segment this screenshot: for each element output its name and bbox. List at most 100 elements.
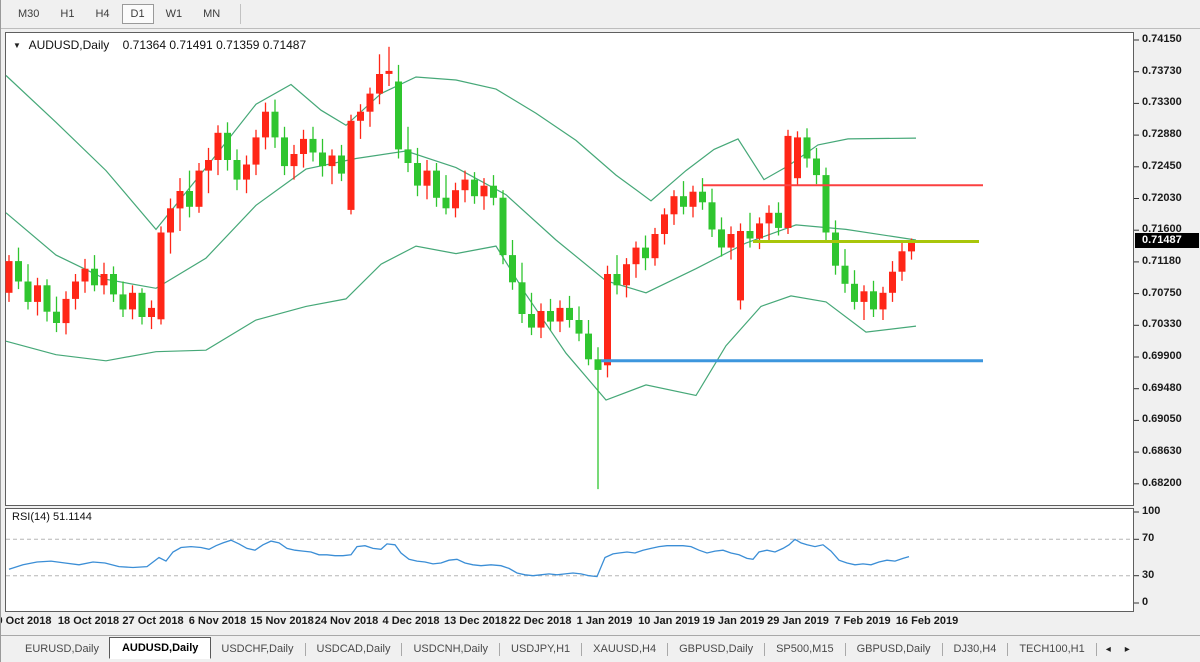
candle-body <box>452 190 459 208</box>
symbol-tab-eurusd-daily[interactable]: EURUSD,Daily <box>15 639 109 659</box>
symbol-tab-usdcad-daily[interactable]: USDCAD,Daily <box>307 639 401 659</box>
symbol-tab-gbpusd-daily[interactable]: GBPUSD,Daily <box>669 639 763 659</box>
timeframe-button-w1[interactable]: W1 <box>157 4 192 24</box>
date-axis-label: 24 Nov 2018 <box>315 615 379 627</box>
timeframe-button-h1[interactable]: H1 <box>51 4 83 24</box>
current-price-marker: 0.71487 <box>1135 233 1199 248</box>
candle-body <box>633 248 640 265</box>
timeframe-button-h4[interactable]: H4 <box>86 4 118 24</box>
candle-body <box>15 261 22 281</box>
candle-body <box>595 359 602 370</box>
tab-separator <box>305 643 306 656</box>
terminal-window: M30H1H4D1W1MN ▼ AUDUSD,Daily 0.71364 0.7… <box>0 0 1200 662</box>
candle-body <box>262 112 269 138</box>
candle-body <box>490 186 497 198</box>
candle-body <box>699 192 706 203</box>
price-axis-label: 0.70330 <box>1142 318 1182 330</box>
tab-separator <box>401 643 402 656</box>
price-axis-label: 0.73730 <box>1142 65 1182 77</box>
timeframe-button-mn[interactable]: MN <box>194 4 229 24</box>
candle-body <box>120 294 127 309</box>
candle-body <box>756 223 763 238</box>
candle-body <box>889 272 896 293</box>
candle-body <box>72 282 79 299</box>
candle-body <box>34 285 41 302</box>
tab-separator <box>499 643 500 656</box>
candle-body <box>63 299 70 323</box>
candle-body <box>310 139 317 153</box>
symbol-tab-usdcnh-daily[interactable]: USDCNH,Daily <box>403 639 498 659</box>
candle-body <box>528 314 535 328</box>
symbol-tab-dj30-h4[interactable]: DJ30,H4 <box>944 639 1007 659</box>
candle-body <box>870 291 877 309</box>
candle-body <box>652 234 659 258</box>
candle-body <box>813 159 820 176</box>
symbol-tab-sp500-m15[interactable]: SP500,M15 <box>766 639 843 659</box>
candle-body <box>538 311 545 328</box>
candle-body <box>357 112 364 121</box>
price-axis-label: 0.74150 <box>1142 33 1182 45</box>
tab-separator <box>845 643 846 656</box>
date-axis-label: 15 Nov 2018 <box>250 615 314 627</box>
candle-body <box>785 136 792 228</box>
candle-body <box>53 312 60 323</box>
candle-body <box>367 94 374 112</box>
tab-separator <box>667 643 668 656</box>
candle-body <box>661 214 668 234</box>
tab-separator <box>1096 643 1097 656</box>
timeframe-toolbar: M30H1H4D1W1MN <box>1 0 1200 29</box>
price-axis-label: 0.72880 <box>1142 128 1182 140</box>
symbol-tab-usdchf-daily[interactable]: USDCHF,Daily <box>211 639 303 659</box>
candle-body <box>101 274 108 285</box>
chart-tab-bar: EURUSD,DailyAUDUSD,DailyUSDCHF,DailyUSDC… <box>1 635 1200 662</box>
candle-body <box>766 213 773 224</box>
chart-symbol-title: ▼ AUDUSD,Daily 0.71364 0.71491 0.71359 0… <box>13 38 306 52</box>
tab-scroll-left-button[interactable]: ◂ <box>1100 642 1117 657</box>
candle-body <box>25 282 32 302</box>
symbol-tab-audusd-daily[interactable]: AUDUSD,Daily <box>109 637 211 659</box>
symbol-tab-tech100-h1[interactable]: TECH100,H1 <box>1009 639 1094 659</box>
candle-body <box>899 251 906 271</box>
symbol-tab-usdjpy-h1[interactable]: USDJPY,H1 <box>501 639 580 659</box>
candle-body <box>338 156 345 174</box>
candle-body <box>272 112 279 138</box>
date-axis-label: 27 Oct 2018 <box>122 615 183 627</box>
price-axis-label: 0.69480 <box>1142 382 1182 394</box>
candle-body <box>519 282 526 314</box>
candle-body <box>348 121 355 210</box>
toolbar-separator <box>240 4 241 24</box>
date-axis-label: 9 Oct 2018 <box>0 615 52 627</box>
candle-body <box>148 308 155 317</box>
candle-body <box>861 291 868 302</box>
date-axis-label: 10 Jan 2019 <box>638 615 700 627</box>
collapse-triangle-icon[interactable]: ▼ <box>13 41 21 50</box>
candle-body <box>405 149 412 163</box>
candle-body <box>414 163 421 186</box>
candle-body <box>215 133 222 160</box>
symbol-tab-xauusd-h4[interactable]: XAUUSD,H4 <box>583 639 666 659</box>
symbol-tab-gbpusd-daily[interactable]: GBPUSD,Daily <box>847 639 941 659</box>
date-axis-label: 19 Jan 2019 <box>703 615 765 627</box>
tab-scroll-right-button[interactable]: ▸ <box>1119 642 1136 657</box>
main-chart-pane[interactable] <box>6 33 1134 506</box>
timeframe-button-d1[interactable]: D1 <box>122 4 154 24</box>
timeframe-button-m30[interactable]: M30 <box>9 4 48 24</box>
candle-body <box>471 180 478 197</box>
price-axis-label: 0.70750 <box>1142 287 1182 299</box>
tab-separator <box>1007 643 1008 656</box>
rsi-axis-label: 0 <box>1142 596 1148 608</box>
date-axis-label: 22 Dec 2018 <box>509 615 572 627</box>
candle-body <box>462 180 469 191</box>
date-axis-label: 18 Oct 2018 <box>58 615 119 627</box>
candle-body <box>709 202 716 229</box>
candle-body <box>196 171 203 207</box>
price-axis-label: 0.72030 <box>1142 192 1182 204</box>
date-axis-label: 16 Feb 2019 <box>896 615 958 627</box>
candle-body <box>832 233 839 266</box>
candle-body <box>557 308 564 322</box>
price-axis-label: 0.73300 <box>1142 96 1182 108</box>
candle-body <box>167 208 174 232</box>
chart-canvas[interactable] <box>1 0 1200 662</box>
rsi-pane[interactable] <box>6 509 1134 612</box>
candle-body <box>728 234 735 248</box>
